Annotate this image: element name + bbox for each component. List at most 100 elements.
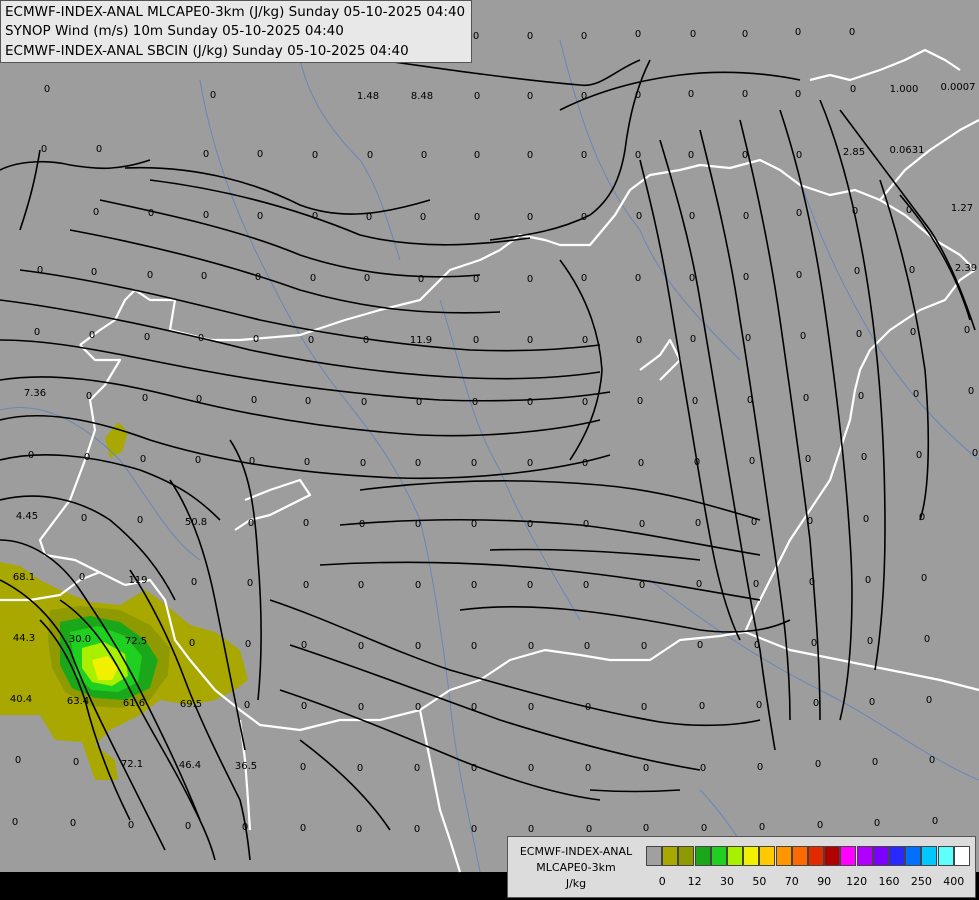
- station-value: 0: [858, 391, 864, 402]
- station-value: 0: [203, 149, 209, 160]
- station-value: 0: [416, 397, 422, 408]
- station-value: 50.8: [185, 517, 207, 528]
- station-value: 0: [581, 150, 587, 161]
- station-value: 0: [308, 335, 314, 346]
- station-value: 0: [527, 397, 533, 408]
- station-value: 0: [636, 335, 642, 346]
- legend-swatch: [791, 846, 808, 866]
- station-value: 0: [701, 823, 707, 834]
- station-value: 0: [527, 519, 533, 530]
- station-value: 0: [527, 150, 533, 161]
- station-value: 0: [584, 641, 590, 652]
- station-value: 0: [257, 211, 263, 222]
- station-value: 0: [474, 150, 480, 161]
- station-value: 0: [361, 397, 367, 408]
- legend-swatch: [775, 846, 792, 866]
- station-value: 0: [872, 757, 878, 768]
- station-value: 0: [696, 579, 702, 590]
- station-value: 0: [527, 91, 533, 102]
- station-value: 0: [742, 150, 748, 161]
- station-value: 61.6: [123, 698, 145, 709]
- station-value: 0: [471, 458, 477, 469]
- station-value: 0: [415, 641, 421, 652]
- station-value: 0: [86, 391, 92, 402]
- station-value: 0: [196, 394, 202, 405]
- station-value: 0: [639, 519, 645, 530]
- station-value: 0: [247, 578, 253, 589]
- station-value: 0: [471, 824, 477, 835]
- station-value: 0: [255, 272, 261, 283]
- station-value: 0: [635, 273, 641, 284]
- legend-tick-label: 50: [752, 875, 767, 888]
- station-value: 0: [582, 458, 588, 469]
- station-value: 0: [359, 519, 365, 530]
- station-value: 0: [643, 763, 649, 774]
- station-value: 0: [913, 389, 919, 400]
- station-value: 0: [796, 150, 802, 161]
- station-value: 0: [759, 822, 765, 833]
- station-value: 0: [581, 31, 587, 42]
- station-value: 0: [142, 393, 148, 404]
- station-value: 0: [699, 701, 705, 712]
- station-value: 0: [805, 454, 811, 465]
- station-value: 0: [528, 641, 534, 652]
- legend-swatch: [937, 846, 954, 866]
- station-value: 0: [96, 144, 102, 155]
- station-value: 63.4: [67, 696, 89, 707]
- station-value: 0: [415, 458, 421, 469]
- title-line-cape: ECMWF-INDEX-ANAL MLCAPE0-3km (J/kg) Sund…: [5, 4, 466, 20]
- station-value: 0: [641, 641, 647, 652]
- station-value: 0: [360, 458, 366, 469]
- legend-swatch: [662, 846, 679, 866]
- legend-tick-label: 160: [878, 875, 900, 888]
- station-value: 0: [869, 697, 875, 708]
- station-value: 0: [253, 334, 259, 345]
- station-value: 0: [420, 212, 426, 223]
- station-value: 0: [910, 327, 916, 338]
- station-value: 0.0631: [890, 145, 925, 156]
- legend-title-model: ECMWF-INDEX-ANAL: [519, 845, 633, 858]
- station-value: 0.0007: [941, 82, 976, 93]
- station-value: 0: [636, 211, 642, 222]
- station-value: 0: [527, 31, 533, 42]
- station-value: 0: [191, 577, 197, 588]
- legend-tick-label: 400: [943, 875, 965, 888]
- station-value: 0: [310, 273, 316, 284]
- station-value: 0: [15, 755, 21, 766]
- legend-swatch: [694, 846, 711, 866]
- station-value: 0: [751, 517, 757, 528]
- station-value: 0: [854, 266, 860, 277]
- station-value: 0: [692, 396, 698, 407]
- station-value: 0: [242, 822, 248, 833]
- station-value: 0: [749, 456, 755, 467]
- station-value: 0: [754, 640, 760, 651]
- legend-swatch: [727, 846, 743, 866]
- station-value: 0: [581, 212, 587, 223]
- weather-map: 0 0 0 0 0 0 0 0 0 0 0 0 0 0 0 1.48 8.48 0 0 0 0 0 0 0 0 1.000 0.00…: [0, 0, 979, 900]
- station-value: 0: [198, 333, 204, 344]
- station-value: 46.4: [179, 760, 201, 771]
- legend-title-parameter: MLCAPE0-3km: [536, 861, 616, 874]
- station-value: 0: [817, 820, 823, 831]
- station-value: 0: [84, 452, 90, 463]
- title-line-wind: SYNOP Wind (m/s) 10m Sunday 05-10-2025 0…: [5, 23, 344, 39]
- station-value: 0: [203, 210, 209, 221]
- station-value: 0: [742, 89, 748, 100]
- station-value: 0: [690, 29, 696, 40]
- station-value: 0: [248, 518, 254, 529]
- legend-swatch: [953, 846, 970, 866]
- station-value: 0: [635, 29, 641, 40]
- station-value: 0: [303, 518, 309, 529]
- station-value: 0: [694, 457, 700, 468]
- legend-swatch: [710, 846, 727, 866]
- legend-title-unit: J/kg: [565, 877, 587, 890]
- station-value: 72.5: [125, 636, 147, 647]
- station-value: 0: [358, 702, 364, 713]
- station-value: 0: [527, 335, 533, 346]
- station-value: 0: [474, 91, 480, 102]
- station-value: 0: [795, 89, 801, 100]
- station-value: 0: [414, 824, 420, 835]
- station-value: 0: [312, 150, 318, 161]
- station-value: 0: [304, 457, 310, 468]
- station-value: 68.1: [13, 572, 35, 583]
